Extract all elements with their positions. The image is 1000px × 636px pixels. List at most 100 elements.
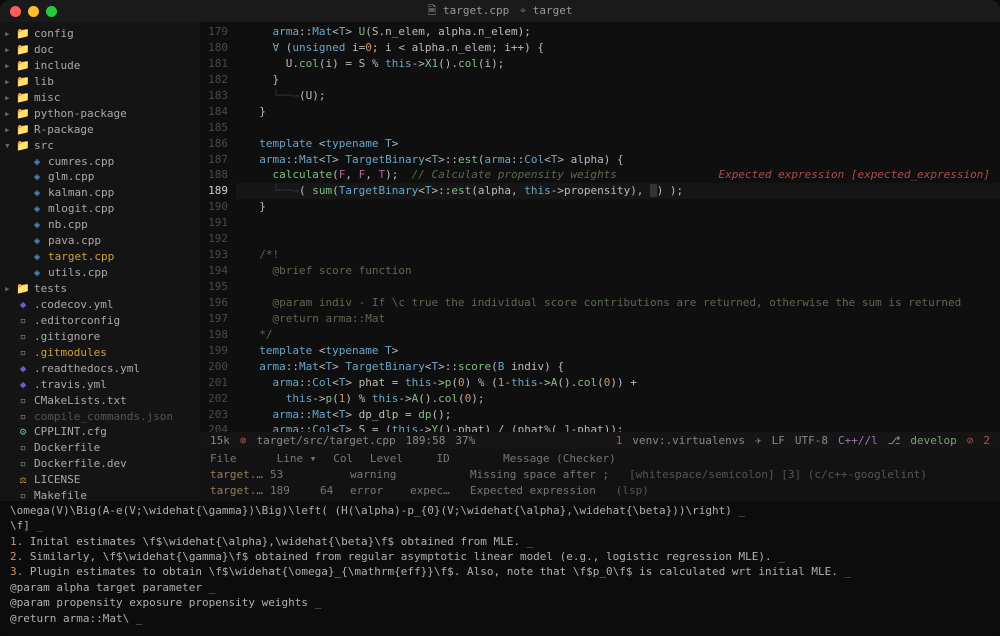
tree-item[interactable]: ⚖LICENSE [0,472,200,488]
checker-row[interactable]: target.…53warningMissing space after ; [… [210,467,990,483]
checker-row[interactable]: target.…18964errorexpec…Expected express… [210,483,990,499]
code-line[interactable]: ∀ (unsigned i=0; i < alpha.n_elem; i++) … [236,40,1000,56]
code-line[interactable] [236,231,1000,247]
tree-item[interactable]: ◈pava.cpp [0,233,200,249]
code-line[interactable]: arma::Mat<T> U(S.n_elem, alpha.n_elem); [236,24,1000,40]
tree-item[interactable]: ▫CMakeLists.txt [0,393,200,409]
code-line[interactable]: this->p(1) % this->A().col(0); [236,391,1000,407]
major-mode[interactable]: C++//l [838,434,878,447]
cursor-position: 189:58 [406,434,446,447]
tree-label: config [34,26,74,42]
folder-icon: 📁 [16,122,30,138]
chevron-icon [4,488,14,501]
code-line[interactable] [236,120,1000,136]
tree-item[interactable]: ▫.gitignore [0,329,200,345]
chevron-icon [4,424,14,440]
col-line[interactable]: Line ▾ [277,451,327,467]
tree-item[interactable]: ▸📁config [0,26,200,42]
tree-item[interactable]: ◈mlogit.cpp [0,201,200,217]
chevron-icon [4,472,14,488]
code-line[interactable]: template <typename T> [236,136,1000,152]
line-ending[interactable]: LF [772,434,785,447]
code-line[interactable]: } [236,104,1000,120]
tree-label: .gitignore [34,329,100,345]
tree-item[interactable]: ▸📁doc [0,42,200,58]
tree-item[interactable]: ◆.readthedocs.yml [0,361,200,377]
target-icon: ⌖ [520,4,533,17]
tree-item[interactable]: ▫Makefile [0,488,200,501]
no-symbol-icon: ⊘ [967,434,974,447]
code-buffer[interactable]: arma::Mat<T> U(S.n_elem, alpha.n_elem); … [236,22,1000,432]
code-line[interactable] [236,215,1000,231]
tree-item[interactable]: ▸📁misc [0,90,200,106]
col-col[interactable]: Col [333,451,363,467]
tree-item[interactable]: ◈utils.cpp [0,265,200,281]
chevron-icon [4,393,14,409]
git-branch[interactable]: develop [910,434,956,447]
file-icon: ▫ [16,409,30,425]
code-line[interactable]: arma::Col<T> S = (this->Y()-phat) / (pha… [236,422,1000,432]
venv-indicator[interactable]: venv:.virtualenvs [632,434,745,447]
tree-item[interactable]: ▸📁tests [0,281,200,297]
code-line[interactable]: └──→(U); [236,88,1000,104]
tree-item[interactable]: ▸📁lib [0,74,200,90]
flycheck-panel[interactable]: File Line ▾ Col Level ID Message (Checke… [200,449,1000,501]
col-msg[interactable]: Message (Checker) [503,451,616,467]
tree-item[interactable]: ▫compile_commands.json [0,409,200,425]
col-file[interactable]: File [210,451,270,467]
code-line[interactable]: } [236,199,1000,215]
code-line[interactable]: @return arma::Mat [236,311,1000,327]
code-line[interactable]: arma::Mat<T> TargetBinary<T>::est(arma::… [236,152,1000,168]
tree-item[interactable]: ◈glm.cpp [0,169,200,185]
tree-item[interactable]: ▸📁include [0,58,200,74]
code-area[interactable]: 1791801811821831841851861871881891901911… [200,22,1000,432]
code-line[interactable]: */ [236,327,1000,343]
code-line[interactable]: U.col(i) = S % this->X1().col(i); [236,56,1000,72]
tree-item[interactable]: ▫.editorconfig [0,313,200,329]
tree-item[interactable]: ▫Dockerfile.dev [0,456,200,472]
tree-item[interactable]: ◈kalman.cpp [0,185,200,201]
code-line[interactable]: @brief score function [236,263,1000,279]
encoding[interactable]: UTF-8 [795,434,828,447]
code-line[interactable]: arma::Mat<T> dp_dlp = dp(); [236,407,1000,423]
tree-item[interactable]: ▸📁R-package [0,122,200,138]
tree-item[interactable]: ⚙CPPLINT.cfg [0,424,200,440]
tree-label: .gitmodules [34,345,107,361]
tree-item[interactable]: ◈target.cpp [0,249,200,265]
tree-item[interactable]: ◆.codecov.yml [0,297,200,313]
tree-item[interactable]: ◈cumres.cpp [0,154,200,170]
code-line[interactable]: arma::Col<T> phat = this->p(0) % (1-this… [236,375,1000,391]
editor-window: 🗎 target.cpp ⌖ target ▸📁config▸📁doc▸📁inc… [0,0,1000,636]
code-line[interactable]: @param indiv - If \c true the individual… [236,295,1000,311]
tree-label: .editorconfig [34,313,120,329]
file-path[interactable]: target/src/target.cpp [257,434,396,447]
titlebar[interactable]: 🗎 target.cpp ⌖ target [0,0,1000,22]
file-tree[interactable]: ▸📁config▸📁doc▸📁include▸📁lib▸📁misc▸📁pytho… [0,22,200,501]
code-line[interactable]: /*! [236,247,1000,263]
tree-item[interactable]: ▫.gitmodules [0,345,200,361]
folder-icon: 📁 [16,26,30,42]
col-id[interactable]: ID [437,451,497,467]
zoom-icon[interactable] [46,6,57,17]
tree-item[interactable]: ▸📁python-package [0,106,200,122]
code-line[interactable]: } [236,72,1000,88]
echo-area[interactable]: \omega(V)\Big(A-e(V;\widehat{\gamma})\Bi… [0,501,1000,636]
tree-label: glm.cpp [48,169,94,185]
close-icon[interactable] [10,6,21,17]
tree-item[interactable]: ▾📁src [0,138,200,154]
chevron-icon [18,154,28,170]
code-line[interactable] [236,279,1000,295]
file-icon: ▫ [16,456,30,472]
code-line[interactable]: template <typename T> [236,343,1000,359]
minimize-icon[interactable] [28,6,39,17]
tree-label: pava.cpp [48,233,101,249]
code-line[interactable]: └──→( sum(TargetBinary<T>::est(alpha, th… [236,183,1000,199]
code-line[interactable]: arma::Mat<T> TargetBinary<T>::score(B in… [236,359,1000,375]
tree-item[interactable]: ◈nb.cpp [0,217,200,233]
paper-plane-icon: ✈ [755,434,762,447]
error-count[interactable]: 1 [616,434,623,447]
col-level[interactable]: Level [370,451,430,467]
tree-item[interactable]: ▫Dockerfile [0,440,200,456]
code-line[interactable]: calculate(F, F, T); // Calculate propens… [236,167,1000,183]
tree-item[interactable]: ◆.travis.yml [0,377,200,393]
